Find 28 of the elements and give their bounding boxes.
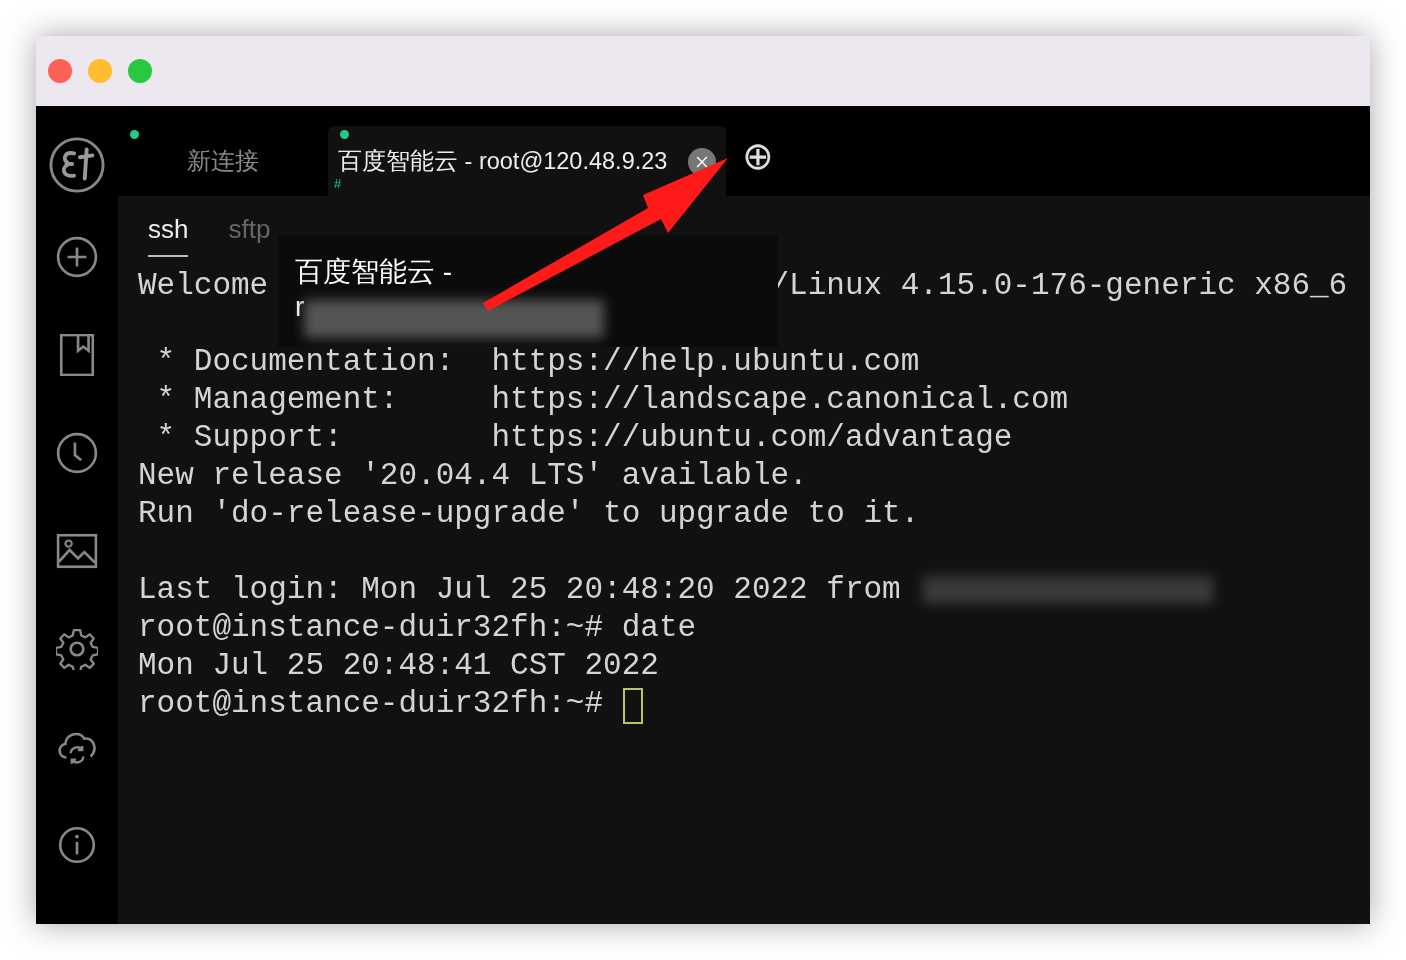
- terminal-text: /Linux 4.15.0-176-generic x86_6: [770, 267, 1348, 305]
- terminal-text: root@instance-duir32fh:~# date: [138, 609, 697, 647]
- info-icon[interactable]: [56, 824, 98, 866]
- logo-icon: [48, 136, 106, 194]
- terminal-text: New release '20.04.4 LTS' available.: [138, 457, 808, 495]
- connection-tab[interactable]: 新连接: [118, 126, 328, 196]
- settings-icon[interactable]: [56, 628, 98, 670]
- close-window-button[interactable]: [48, 59, 72, 83]
- tooltip-text: 百度智能云 -: [295, 255, 454, 289]
- terminal-text: Mon Jul 25 20:48:41 CST 2022: [138, 647, 659, 685]
- text-cursor: [623, 688, 644, 724]
- status-dot: [130, 130, 139, 139]
- mode-tab[interactable]: ssh: [148, 214, 189, 257]
- terminal-text: root@instance-duir32fh:~#: [138, 685, 604, 723]
- clock-icon[interactable]: [56, 432, 98, 474]
- close-icon[interactable]: [695, 155, 709, 169]
- status-dot: [340, 130, 349, 139]
- connection-tab[interactable]: 百度智能云 - root@120.48.9.23 #: [328, 126, 726, 196]
- terminal-text: * Support: https://ubuntu.com/advantage: [155, 419, 1013, 457]
- terminal-text: * Management: https://landscape.canonical.com: [155, 381, 1069, 419]
- terminal-text: Last login: Mon Jul 25 20:48:20 2022 from: [138, 571, 901, 609]
- hash-icon: #: [334, 177, 342, 190]
- terminal-text: * Documentation: https://help.ubuntu.com: [155, 343, 920, 381]
- add-icon[interactable]: [56, 236, 98, 278]
- add-tab-button[interactable]: ⊕: [742, 137, 774, 175]
- terminal-text: Run 'do-release-upgrade' to upgrade to it.: [138, 495, 920, 533]
- terminal-text: Welcome: [138, 267, 269, 305]
- tooltip-text: r: [295, 291, 305, 322]
